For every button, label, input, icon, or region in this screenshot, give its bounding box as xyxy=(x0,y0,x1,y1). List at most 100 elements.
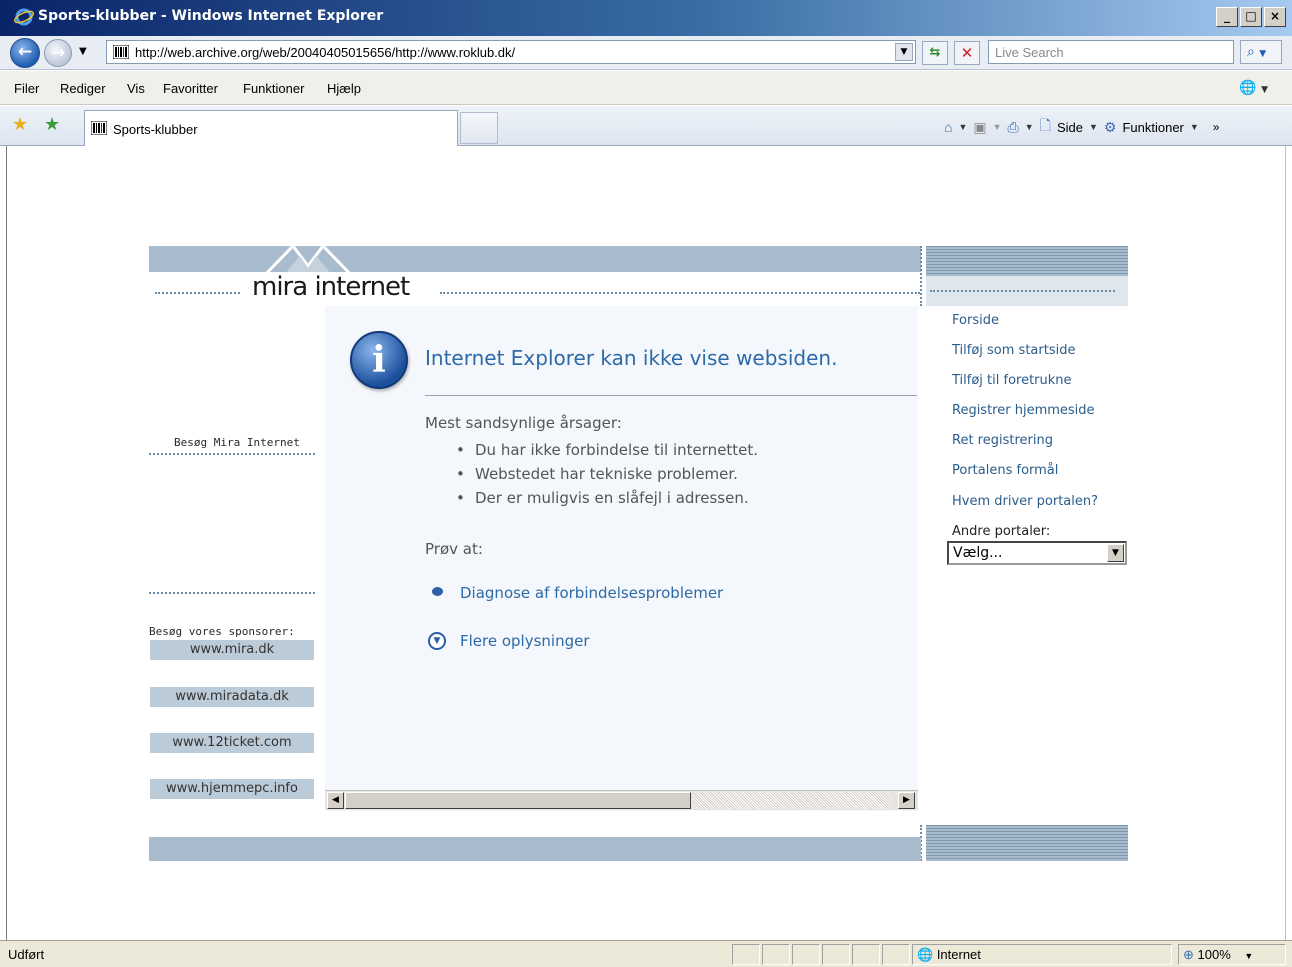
back-arrow-icon: ← xyxy=(17,42,33,62)
history-dropdown-icon[interactable]: ▼ xyxy=(79,46,87,57)
header-dotted-line xyxy=(440,292,920,294)
nav-ret-registrering[interactable]: Ret registrering xyxy=(952,433,1053,448)
cause-item: Webstedet har tekniske problemer. xyxy=(475,465,738,483)
feeds-icon[interactable]: ▣ xyxy=(973,119,986,136)
tools-gear-icon: ⚙ xyxy=(1103,118,1117,135)
menu-bar: Filer Rediger Vis Favoritter Funktioner … xyxy=(0,71,1292,105)
maximize-button[interactable]: □ xyxy=(1240,7,1262,27)
scroll-left-icon[interactable]: ◀ xyxy=(327,792,344,809)
expand-chevron-icon[interactable]: ▼ xyxy=(428,632,446,650)
error-frame xyxy=(325,306,918,811)
stop-button[interactable]: ✕ xyxy=(954,41,980,65)
print-icon[interactable]: ⎙ xyxy=(1008,119,1019,136)
home-dropdown-icon[interactable]: ▼ xyxy=(958,122,967,132)
left-dotted-line xyxy=(149,592,315,594)
zone-label: Internet xyxy=(936,947,981,962)
status-segment xyxy=(822,944,850,965)
scroll-right-icon[interactable]: ▶ xyxy=(898,792,915,809)
visit-mira-link[interactable]: Besøg Mira Internet xyxy=(174,436,300,449)
address-toolbar: ← → ▼ http://web.archive.org/web/2004040… xyxy=(0,36,1292,70)
home-icon[interactable]: ⌂ xyxy=(944,119,952,135)
messenger-globe-icon[interactable]: 🌐 ▼ xyxy=(1239,80,1268,96)
internet-globe-icon: 🌐 xyxy=(917,947,934,962)
frame-horizontal-scrollbar[interactable]: ◀ ▶ xyxy=(325,790,918,810)
nav-foretrukne[interactable]: Tilføj til foretrukne xyxy=(952,373,1072,388)
minimize-button[interactable]: _ xyxy=(1216,7,1238,27)
search-button[interactable]: ⌕ ▼ xyxy=(1240,40,1282,64)
cause-item: Du har ikke forbindelse til internettet. xyxy=(475,441,759,459)
status-segment xyxy=(762,944,790,965)
nav-formaal[interactable]: Portalens formål xyxy=(952,463,1058,478)
tools-dropdown-icon[interactable]: ▼ xyxy=(1190,122,1199,132)
favorites-star-icon[interactable]: ★ xyxy=(12,114,28,135)
footer-band-right xyxy=(926,825,1128,861)
menu-filer[interactable]: Filer xyxy=(14,81,39,96)
zoom-control[interactable]: ⊕ 100% ▼ xyxy=(1178,944,1286,965)
other-portals-select[interactable]: Vælg... ▼ xyxy=(947,541,1127,565)
menu-vis[interactable]: Vis xyxy=(127,81,145,96)
search-input[interactable]: Live Search xyxy=(988,40,1234,64)
diagnose-link[interactable]: Diagnose af forbindelsesproblemer xyxy=(460,584,723,602)
tab-sports-klubber[interactable]: Sports-klubber xyxy=(84,110,458,146)
diagnose-bullet-icon xyxy=(432,587,443,596)
sponsor-link-hjemmepc[interactable]: www.hjemmepc.info xyxy=(149,778,315,800)
try-heading: Prøv at: xyxy=(425,540,483,558)
sponsor-link-12ticket[interactable]: www.12ticket.com xyxy=(149,732,315,754)
sponsor-link-mira[interactable]: www.mira.dk xyxy=(149,639,315,661)
feeds-dropdown-icon[interactable]: ▼ xyxy=(993,122,1002,132)
security-zone[interactable]: 🌐 Internet xyxy=(912,944,1172,965)
close-button[interactable]: × xyxy=(1264,7,1286,27)
scroll-thumb[interactable] xyxy=(345,792,691,809)
menu-funktioner[interactable]: Funktioner xyxy=(243,81,304,96)
tab-label: Sports-klubber xyxy=(113,122,198,137)
command-bar: ⌂ ▼ ▣ ▼ ⎙ ▼ 🗋 Side ▼ ⚙ Funktioner ▼ » xyxy=(944,115,1219,139)
window-titlebar[interactable]: Sports-klubber - Windows Internet Explor… xyxy=(0,0,1292,36)
address-field[interactable]: http://web.archive.org/web/2004040501565… xyxy=(106,40,916,64)
mira-logo-text[interactable]: mira internet xyxy=(248,272,414,302)
menu-favoritter[interactable]: Favoritter xyxy=(163,81,218,96)
bullet-icon: • xyxy=(456,489,465,507)
header-dotted-line xyxy=(155,292,240,294)
error-title: Internet Explorer kan ikke vise websiden… xyxy=(425,346,838,370)
causes-heading: Mest sandsynlige årsager: xyxy=(425,414,622,432)
nav-startside[interactable]: Tilføj som startside xyxy=(952,343,1075,358)
status-text: Udført xyxy=(8,947,45,962)
stop-icon: ✕ xyxy=(960,44,974,62)
nav-hvem-driver[interactable]: Hvem driver portalen? xyxy=(952,494,1098,509)
refresh-button[interactable]: ⇆ xyxy=(922,41,948,65)
zoom-level: 100% xyxy=(1197,947,1231,962)
back-button[interactable]: ← xyxy=(10,38,40,68)
nav-forside[interactable]: Forside xyxy=(952,313,999,328)
page-icon: 🗋 xyxy=(1039,117,1051,133)
tools-menu-button[interactable]: Funktioner xyxy=(1122,120,1183,135)
new-tab-button[interactable] xyxy=(460,112,498,144)
scroll-track[interactable] xyxy=(693,792,893,809)
menu-rediger[interactable]: Rediger xyxy=(60,81,106,96)
select-dropdown-icon[interactable]: ▼ xyxy=(1107,544,1124,562)
tab-bar: ★ ★ Sports-klubber ⌂ ▼ ▣ ▼ ⎙ ▼ 🗋 Side ▼ ⚙ Funk… xyxy=(0,106,1292,146)
header-vertical-dots xyxy=(920,246,922,306)
zoom-icon: ⊕ xyxy=(1183,947,1194,962)
status-segment xyxy=(732,944,760,965)
footer-band xyxy=(149,837,921,861)
side-dropdown-icon[interactable]: ▼ xyxy=(1089,122,1098,132)
zoom-dropdown-icon[interactable]: ▼ xyxy=(1244,951,1253,961)
status-segment xyxy=(882,944,910,965)
sponsor-link-miradata[interactable]: www.miradata.dk xyxy=(149,686,315,708)
search-icon: ⌕ xyxy=(1247,44,1255,60)
address-url: http://web.archive.org/web/2004040501565… xyxy=(135,45,516,60)
print-dropdown-icon[interactable]: ▼ xyxy=(1025,122,1034,132)
status-bar: Udført 🌐 Internet ⊕ 100% ▼ xyxy=(0,940,1292,967)
menu-hjaelp[interactable]: Hjælp xyxy=(327,81,361,96)
forward-button[interactable]: → xyxy=(44,39,72,67)
add-favorite-icon[interactable]: ★ xyxy=(44,114,60,135)
window-title: Sports-klubber - Windows Internet Explor… xyxy=(38,8,384,24)
left-dotted-line xyxy=(149,453,315,455)
error-divider xyxy=(425,395,917,396)
nav-registrer[interactable]: Registrer hjemmeside xyxy=(952,403,1095,418)
more-info-link[interactable]: Flere oplysninger xyxy=(460,632,590,650)
address-dropdown-icon[interactable]: ▼ xyxy=(895,43,913,61)
bullet-icon: • xyxy=(456,465,465,483)
side-menu-button[interactable]: Side xyxy=(1057,120,1083,135)
chevron-more-icon[interactable]: » xyxy=(1213,120,1220,134)
